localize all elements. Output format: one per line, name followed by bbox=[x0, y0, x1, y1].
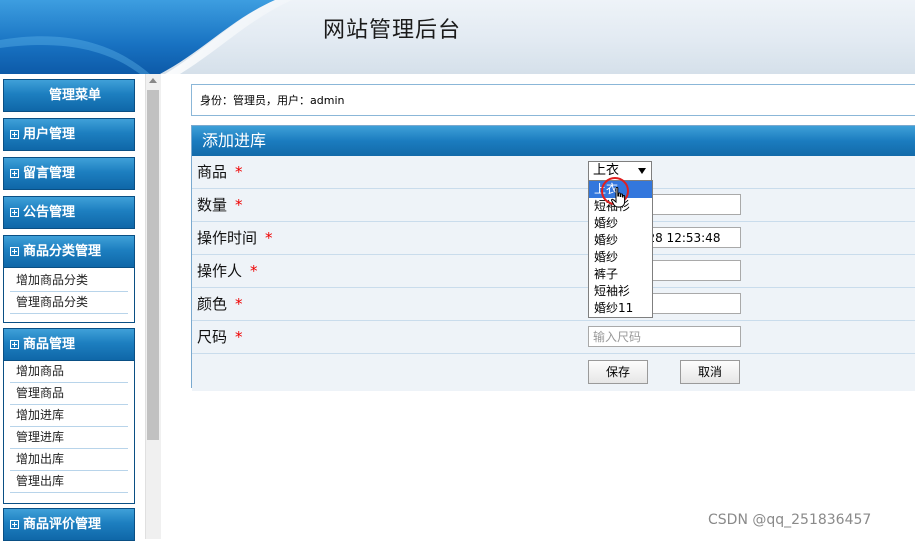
form-row-quantity: 数量 * bbox=[192, 189, 915, 222]
save-button[interactable]: 保存 bbox=[588, 360, 648, 384]
form-row-product: 商品 * 上衣 bbox=[192, 156, 915, 189]
dropdown-option[interactable]: 裤子 bbox=[589, 266, 652, 283]
identity-bar: 身份：管理员，用户：admin bbox=[191, 84, 915, 116]
sidebar-group-label: 用户管理 bbox=[23, 127, 76, 142]
add-stock-in-form: 添加进库 商品 * 上衣 数量 * 操作时间 * 操作人 * 颜色 * 尺码 * 保存 取消 bbox=[191, 125, 915, 391]
dropdown-option[interactable]: 短袖衫 bbox=[589, 283, 652, 300]
sidebar-group-label: 留言管理 bbox=[23, 166, 76, 181]
required-mark: * bbox=[235, 295, 243, 313]
dropdown-option[interactable]: 婚纱11 bbox=[589, 300, 652, 317]
required-mark: * bbox=[265, 229, 273, 247]
form-row-size: 尺码 * bbox=[192, 321, 915, 354]
cancel-button[interactable]: 取消 bbox=[680, 360, 740, 384]
sidebar-group-label: 商品评价管理 bbox=[23, 517, 102, 532]
sidebar-title: 管理菜单 bbox=[3, 79, 135, 112]
time-label: 操作时间 bbox=[197, 229, 258, 247]
required-mark: * bbox=[235, 328, 243, 346]
required-mark: * bbox=[235, 196, 243, 214]
sidebar: 管理菜单 用户管理 留言管理 公告管理 商品分类管理 增加商品分类 管理商品分类… bbox=[0, 74, 145, 541]
quantity-label: 数量 bbox=[197, 196, 228, 214]
expand-icon bbox=[10, 340, 19, 349]
dropdown-option[interactable]: 婚纱 bbox=[589, 249, 652, 266]
product-label: 商品 bbox=[197, 163, 228, 181]
sidebar-group-notices[interactable]: 公告管理 bbox=[3, 196, 135, 229]
expand-icon bbox=[10, 208, 19, 217]
sidebar-item-add-product[interactable]: 增加商品 bbox=[10, 361, 128, 383]
page-header: 网站管理后台 bbox=[0, 0, 915, 74]
sidebar-group-messages[interactable]: 留言管理 bbox=[3, 157, 135, 190]
submenu-products: 增加商品 管理商品 增加进库 管理进库 增加出库 管理出库 bbox=[3, 361, 135, 504]
color-label: 颜色 bbox=[197, 295, 228, 313]
form-row-operator: 操作人 * bbox=[192, 255, 915, 288]
required-mark: * bbox=[235, 163, 243, 181]
sidebar-scrollbar[interactable] bbox=[145, 74, 161, 539]
size-input[interactable] bbox=[588, 326, 741, 347]
sidebar-item-manage-product[interactable]: 管理商品 bbox=[10, 383, 128, 405]
watermark: CSDN @qq_251836457 bbox=[708, 512, 872, 528]
sidebar-item-add-stock-out[interactable]: 增加出库 bbox=[10, 449, 128, 471]
sidebar-item-manage-stock-in[interactable]: 管理进库 bbox=[10, 427, 128, 449]
sidebar-group-products[interactable]: 商品管理 bbox=[3, 328, 135, 361]
sidebar-group-label: 公告管理 bbox=[23, 205, 76, 220]
operator-label: 操作人 bbox=[197, 262, 243, 280]
header-banner-graphic bbox=[0, 0, 292, 74]
dropdown-option[interactable]: 婚纱 bbox=[589, 215, 652, 232]
page-title: 网站管理后台 bbox=[323, 18, 462, 43]
required-mark: * bbox=[250, 262, 258, 280]
product-select-value: 上衣 bbox=[593, 163, 620, 178]
hand-cursor-icon bbox=[611, 187, 626, 208]
scroll-up-arrow-icon[interactable] bbox=[149, 78, 157, 83]
form-row-time: 操作时间 * bbox=[192, 222, 915, 255]
sidebar-item-add-stock-in[interactable]: 增加进库 bbox=[10, 405, 128, 427]
expand-icon bbox=[10, 130, 19, 139]
sidebar-group-categories[interactable]: 商品分类管理 bbox=[3, 235, 135, 268]
form-title: 添加进库 bbox=[192, 126, 915, 156]
scroll-thumb[interactable] bbox=[147, 90, 159, 440]
form-row-color: 颜色 * bbox=[192, 288, 915, 321]
expand-icon bbox=[10, 247, 19, 256]
sidebar-group-label: 商品管理 bbox=[23, 337, 76, 352]
sidebar-group-label: 商品分类管理 bbox=[23, 244, 102, 259]
form-actions: 保存 取消 bbox=[192, 354, 915, 391]
sidebar-group-users[interactable]: 用户管理 bbox=[3, 118, 135, 151]
identity-text: 身份：管理员，用户：admin bbox=[200, 94, 345, 107]
sidebar-item-manage-category[interactable]: 管理商品分类 bbox=[10, 292, 128, 314]
dropdown-arrow-icon bbox=[638, 168, 646, 174]
dropdown-option[interactable]: 婚纱 bbox=[589, 232, 652, 249]
sidebar-group-reviews[interactable]: 商品评价管理 bbox=[3, 508, 135, 541]
submenu-categories: 增加商品分类 管理商品分类 bbox=[3, 268, 135, 323]
expand-icon bbox=[10, 169, 19, 178]
sidebar-item-manage-stock-out[interactable]: 管理出库 bbox=[10, 471, 128, 493]
expand-icon bbox=[10, 520, 19, 529]
sidebar-item-add-category[interactable]: 增加商品分类 bbox=[10, 270, 128, 292]
size-label: 尺码 bbox=[197, 328, 228, 346]
